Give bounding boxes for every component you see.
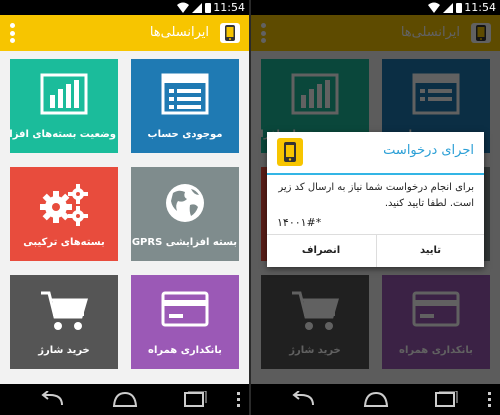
dialog-title: اجرای درخواست (383, 143, 474, 158)
tile-label: بانکداری همراه (148, 345, 222, 356)
dialog-screen: 11:54 ایرانسلی‌ها موجودی حساب (251, 0, 500, 415)
dialog-header: اجرای درخواست (267, 132, 484, 173)
menu-grid: موجودی حساب وضعیت بسته‌های افزایشی (0, 51, 249, 384)
tile-label: خرید شارژ (38, 345, 90, 356)
confirm-button[interactable]: تایید (376, 235, 484, 267)
tile-buy-charge[interactable]: خرید شارژ (10, 275, 118, 369)
status-bar: 11:54 (0, 0, 249, 15)
home-icon[interactable] (363, 391, 389, 408)
overflow-menu-icon[interactable] (9, 23, 15, 43)
cart-icon (41, 291, 89, 330)
wifi-icon (177, 2, 189, 13)
recent-apps-icon[interactable] (181, 391, 207, 408)
app-title: ایرانسلی‌ها (149, 25, 209, 40)
app-logo-icon (277, 138, 303, 166)
dialog-buttons: انصراف تایید (267, 234, 484, 267)
cancel-button[interactable]: انصراف (267, 235, 375, 267)
tile-package-status[interactable]: وضعیت بسته‌های افزایشی (10, 59, 118, 153)
tile-account-balance[interactable]: موجودی حساب (131, 59, 239, 153)
back-icon[interactable] (40, 391, 66, 408)
tile-mobile-banking[interactable]: بانکداری همراه (131, 275, 239, 369)
status-time: 11:54 (213, 1, 245, 14)
bar-chart-icon (40, 73, 88, 115)
tile-combo-packages[interactable]: بسته‌های ترکیبی (10, 167, 118, 261)
status-time: 11:54 (464, 1, 496, 14)
menu-icon[interactable] (237, 392, 241, 407)
signal-icon (443, 2, 453, 13)
home-screen: 11:54 ایرانسلی‌ها موجودی حساب (0, 0, 249, 415)
confirm-dialog: اجرای درخواست برای انجام درخواست شما نیا… (267, 132, 484, 267)
gears-icon (40, 184, 88, 226)
tile-label: بسته افزایشی GPRS (131, 237, 237, 248)
list-icon (161, 73, 209, 115)
ussd-code: *۱۴۰۰۱# (277, 216, 322, 229)
home-icon[interactable] (112, 391, 138, 408)
app-bar: ایرانسلی‌ها (0, 15, 249, 51)
battery-icon (456, 2, 462, 13)
tile-label: وضعیت بسته‌های افزایشی (10, 129, 116, 140)
menu-icon[interactable] (488, 392, 492, 407)
status-bar: 11:54 (251, 0, 500, 15)
app-logo-icon (220, 23, 240, 43)
tile-label: موجودی حساب (147, 129, 223, 140)
tile-label: بسته‌های ترکیبی (23, 237, 105, 248)
signal-icon (192, 2, 202, 13)
wifi-icon (428, 2, 440, 13)
back-icon[interactable] (291, 391, 317, 408)
globe-icon (166, 184, 204, 222)
dialog-message: برای انجام درخواست شما نیاز به ارسال کد … (278, 182, 474, 209)
battery-icon (205, 2, 211, 13)
card-icon (161, 291, 209, 327)
nav-bar (251, 384, 500, 415)
tile-gprs-package[interactable]: بسته افزایشی GPRS (131, 167, 239, 261)
recent-apps-icon[interactable] (432, 391, 458, 408)
dialog-separator (267, 173, 484, 175)
nav-bar (0, 384, 249, 415)
